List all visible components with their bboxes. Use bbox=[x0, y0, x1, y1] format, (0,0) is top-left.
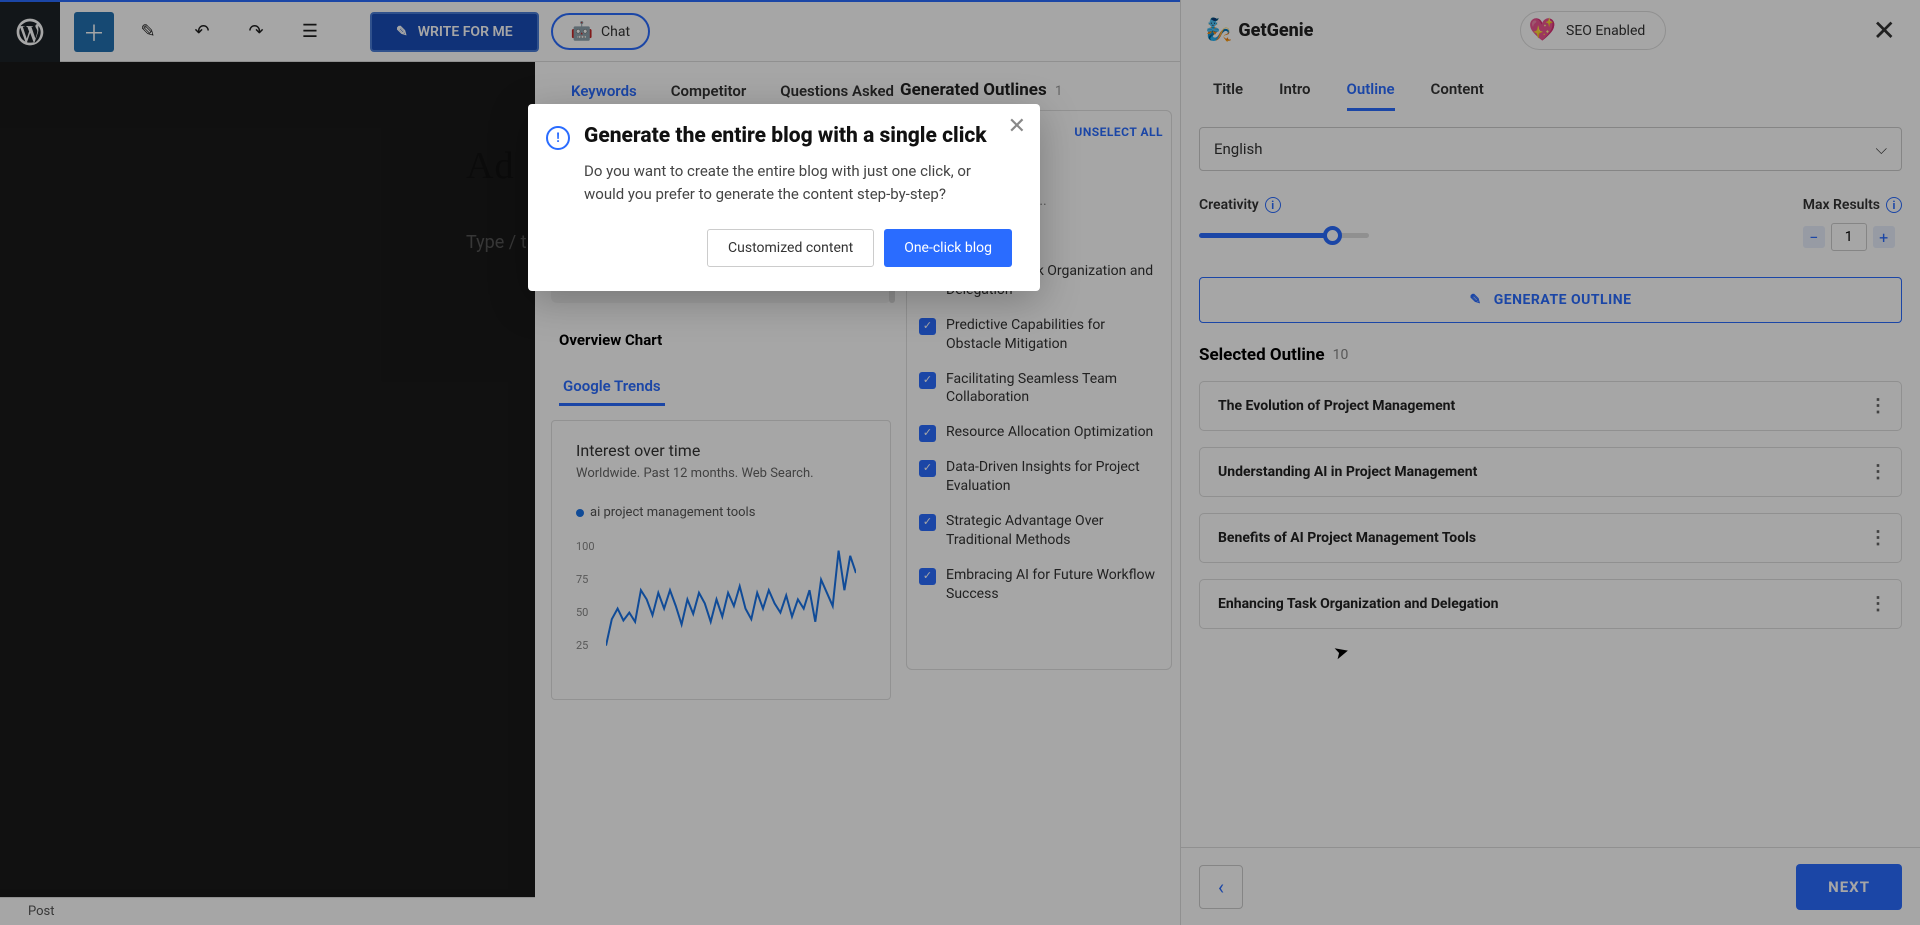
generate-blog-modal: ✕ ! Generate the entire blog with a sing… bbox=[528, 104, 1040, 291]
customized-content-button[interactable]: Customized content bbox=[707, 229, 874, 267]
one-click-blog-button[interactable]: One-click blog bbox=[884, 229, 1012, 267]
modal-title: Generate the entire blog with a single c… bbox=[584, 124, 1012, 148]
modal-body: Do you want to create the entire blog wi… bbox=[584, 160, 1012, 205]
modal-close-icon[interactable]: ✕ bbox=[1008, 114, 1026, 139]
alert-icon: ! bbox=[546, 126, 570, 150]
